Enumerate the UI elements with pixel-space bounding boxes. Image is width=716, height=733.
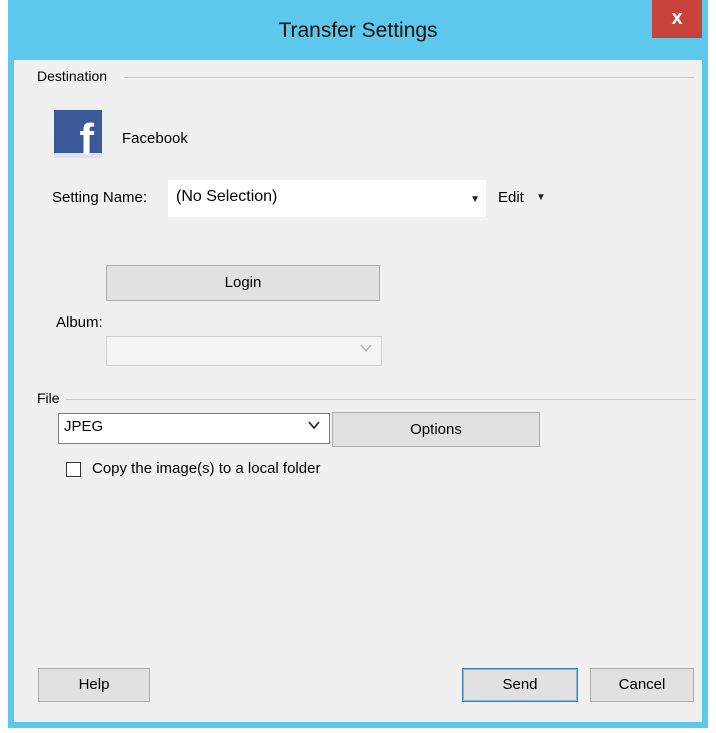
file-format-dropdown[interactable]: JPEG [58, 413, 330, 444]
cancel-button[interactable]: Cancel [590, 668, 694, 702]
dialog-body: Destination f Facebook Setting Name: (No… [14, 60, 702, 722]
file-group-divider [64, 399, 696, 400]
send-button[interactable]: Send [462, 668, 578, 702]
window-title: Transfer Settings [278, 19, 438, 42]
chevron-down-icon [308, 421, 320, 430]
copy-to-local-folder-label: Copy the image(s) to a local folder [92, 460, 321, 477]
copy-to-local-folder-checkbox[interactable] [66, 462, 81, 477]
close-button[interactable]: x [652, 0, 702, 38]
login-button[interactable]: Login [106, 265, 380, 301]
destination-group-label: Destination [37, 68, 114, 84]
facebook-icon-strip [54, 153, 102, 158]
chevron-down-icon: ▼ [536, 192, 546, 203]
destination-group-divider [124, 77, 694, 78]
title-bar[interactable]: Transfer Settings x [8, 0, 708, 60]
chevron-down-icon: ▼ [470, 194, 480, 205]
file-format-value: JPEG [64, 418, 104, 435]
setting-name-value: (No Selection) [176, 188, 278, 205]
options-button[interactable]: Options [332, 412, 540, 447]
facebook-icon: f [54, 110, 102, 162]
edit-label: Edit [498, 189, 524, 206]
close-icon: x [671, 7, 683, 29]
setting-name-dropdown[interactable]: (No Selection) ▼ [168, 180, 486, 217]
album-dropdown[interactable] [106, 336, 382, 366]
edit-menu-button[interactable]: Edit ▼ [498, 189, 546, 206]
service-name: Facebook [122, 130, 188, 147]
file-group-label: File [37, 390, 66, 406]
help-button[interactable]: Help [38, 668, 150, 702]
facebook-icon-letter: f [79, 115, 94, 164]
album-label: Album: [56, 314, 103, 331]
chevron-down-icon [360, 344, 372, 353]
transfer-settings-dialog: Transfer Settings x Destination f Facebo… [8, 0, 708, 728]
setting-name-label: Setting Name: [52, 189, 148, 206]
